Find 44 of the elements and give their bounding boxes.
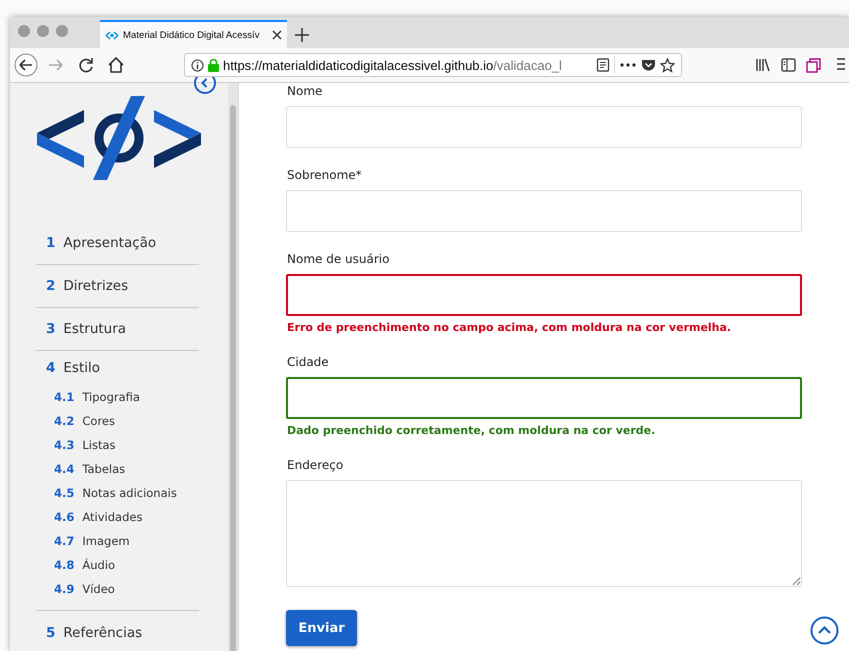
- scrollbar-thumb[interactable]: [230, 105, 236, 651]
- address-bar[interactable]: https://materialdidaticodigitalacessivel.github.io/validacao_l: [184, 53, 682, 77]
- input-field[interactable]: [286, 274, 802, 316]
- nav-sublink[interactable]: 4.1 Tipografia: [36, 385, 199, 409]
- nav-sublink[interactable]: 4.2 Cores: [36, 409, 199, 433]
- nav-sublink[interactable]: 4.4 Tabelas: [36, 457, 199, 481]
- tab-title: Material Didático Digital Acessív: [123, 30, 260, 40]
- windows-icon[interactable]: [806, 58, 821, 72]
- site-logo[interactable]: [37, 96, 201, 180]
- nav-link[interactable]: 1 Apresentação: [36, 222, 199, 265]
- nav-link[interactable]: 5 Referências: [36, 611, 199, 651]
- field-label: Cidade: [287, 354, 330, 371]
- close-icon[interactable]: [272, 30, 282, 40]
- info-icon[interactable]: [191, 58, 204, 72]
- pocket-icon[interactable]: [641, 58, 656, 72]
- collapse-icon[interactable]: [193, 77, 217, 95]
- error-message: Erro de preenchimento no campo acima, com moldura na cor vermelha.: [287, 321, 732, 335]
- browser-tab[interactable]: Material Didático Digital Acessív: [100, 20, 287, 48]
- more-icon[interactable]: [619, 62, 637, 68]
- url-text: https://materialdidaticodigitalacessivel.github.io/validacao_l: [223, 58, 563, 72]
- lock-icon: [208, 58, 219, 72]
- input-field[interactable]: [286, 377, 802, 419]
- field-label: Endereço: [287, 457, 344, 474]
- eye-icon: [105, 30, 119, 40]
- nav-sublink[interactable]: 4.6 Atividades: [36, 505, 199, 529]
- reader-view-icon[interactable]: [596, 58, 610, 72]
- star-icon[interactable]: [660, 58, 675, 72]
- sidebar-icon[interactable]: [781, 58, 796, 72]
- field-label: Sobrenome*: [287, 167, 363, 184]
- field-label: Nome: [287, 83, 324, 100]
- field-label: Nome de usuário: [287, 251, 390, 268]
- nav-sublink[interactable]: 4.7 Imagem: [36, 529, 199, 553]
- submit-button[interactable]: Enviar: [286, 610, 357, 646]
- nav-link[interactable]: 2 Diretrizes: [36, 265, 199, 308]
- nav-sublink[interactable]: 4.5 Notas adicionais: [36, 481, 199, 505]
- back-icon[interactable]: [14, 53, 38, 77]
- nav-sublink[interactable]: 4.3 Listas: [36, 433, 199, 457]
- scroll-up-icon[interactable]: [810, 616, 839, 645]
- nav-sublink[interactable]: 4.8 Áudio: [36, 553, 199, 577]
- nav-link[interactable]: 4 Estilo: [36, 351, 199, 385]
- library-icon[interactable]: [755, 58, 771, 72]
- success-message: Dado preenchido corretamente, com moldura na cor verde.: [287, 424, 656, 438]
- nav-sublink[interactable]: 4.9 Vídeo: [36, 577, 199, 601]
- nav-link[interactable]: 3 Estrutura: [36, 308, 199, 351]
